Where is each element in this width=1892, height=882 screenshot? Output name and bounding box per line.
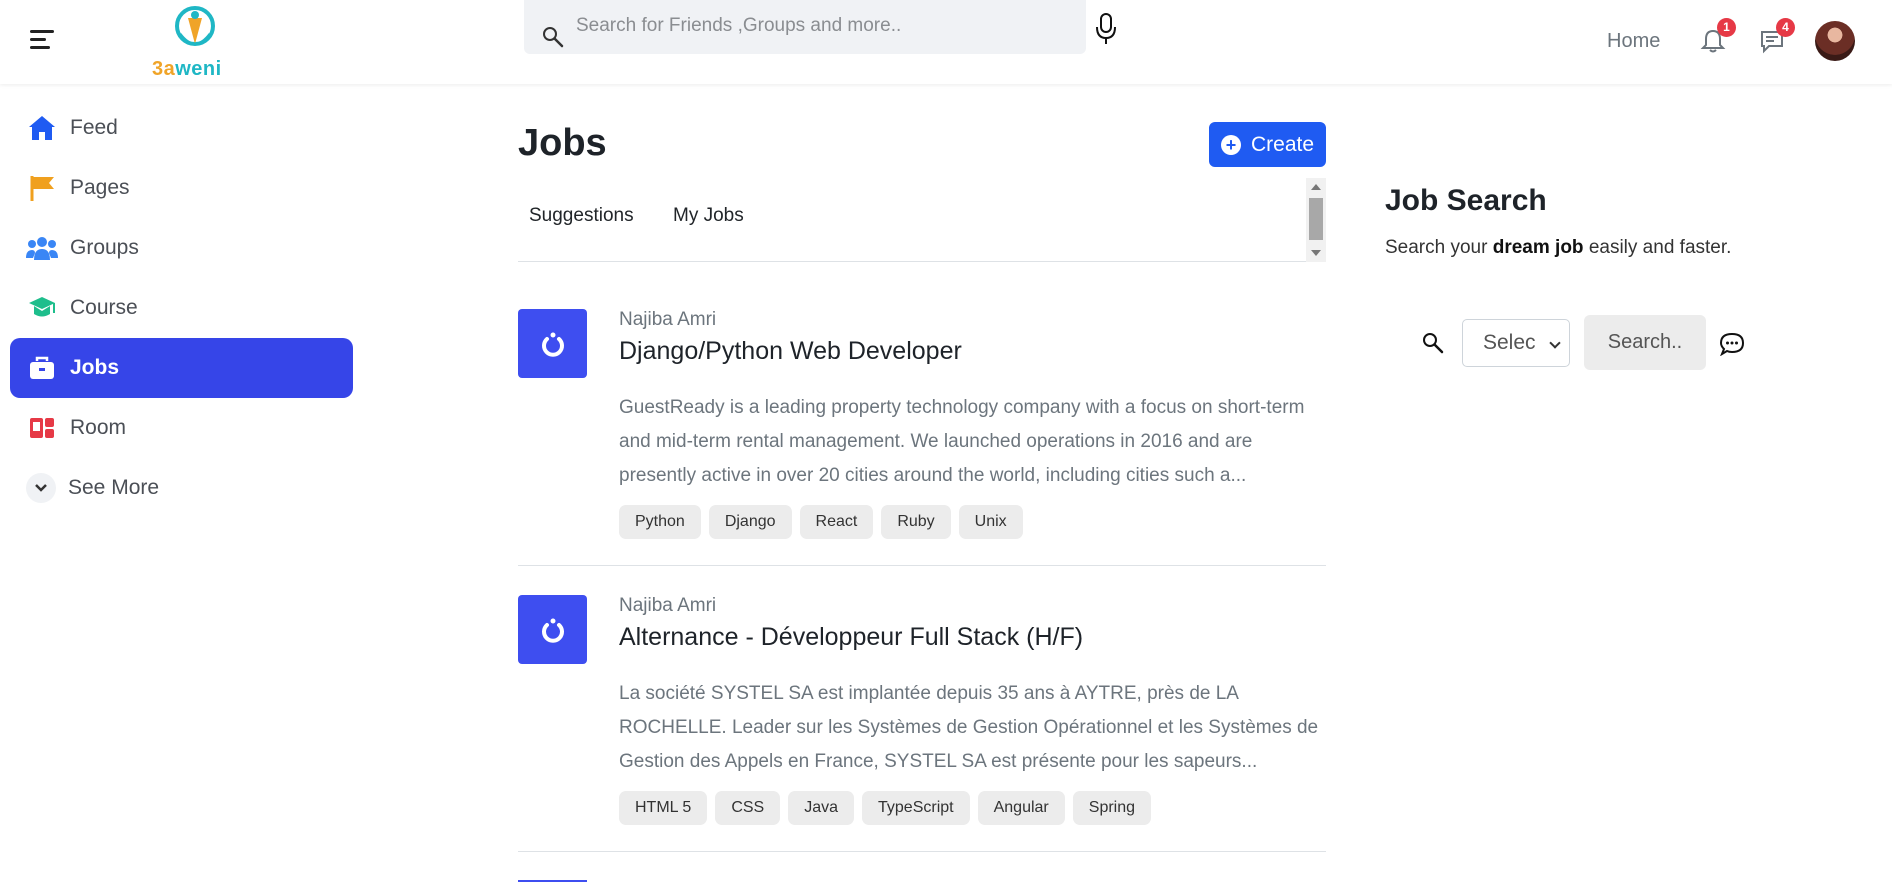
room-icon bbox=[30, 418, 54, 438]
search-icon bbox=[543, 27, 564, 48]
job-title[interactable]: Django/Python Web Developer bbox=[619, 337, 962, 366]
sidebar-item-label: Course bbox=[70, 296, 138, 319]
plus-icon: + bbox=[1220, 134, 1241, 155]
sidebar-item-room[interactable]: Room bbox=[0, 398, 362, 458]
job-title[interactable]: Alternance - Développeur Full Stack (H/F… bbox=[619, 623, 1083, 652]
job-category-select[interactable]: Selec bbox=[1462, 319, 1570, 367]
job-tag[interactable]: HTML 5 bbox=[619, 791, 708, 825]
sidebar-item-label: Pages bbox=[70, 176, 130, 199]
sidebar-item-jobs[interactable]: Jobs bbox=[10, 338, 353, 398]
graduation-cap-icon bbox=[29, 297, 55, 317]
top-header: 3aweni Home 1 4 bbox=[0, 0, 1892, 84]
home-icon bbox=[29, 116, 55, 140]
sidebar-item-course[interactable]: Course bbox=[0, 278, 362, 338]
notifications-badge: 1 bbox=[1717, 18, 1736, 37]
chevron-down-icon bbox=[1549, 337, 1561, 349]
briefcase-icon bbox=[30, 356, 54, 379]
sidebar-see-more[interactable]: See More bbox=[0, 458, 362, 518]
sidebar-item-pages[interactable]: Pages bbox=[0, 158, 362, 218]
sidebar: Feed Pages Groups Course Jobs Room See M… bbox=[0, 98, 362, 518]
job-tag[interactable]: CSS bbox=[715, 791, 781, 825]
chat-icon[interactable] bbox=[1719, 332, 1745, 356]
flag-icon bbox=[30, 176, 54, 201]
chevron-down-icon bbox=[26, 473, 56, 503]
job-card: Najiba Amri Django/Python Web Developer … bbox=[518, 309, 1326, 566]
tab-suggestions[interactable]: Suggestions bbox=[529, 205, 634, 227]
company-logo-icon bbox=[541, 618, 564, 643]
job-tags: HTML 5 CSS Java TypeScript Angular Sprin… bbox=[619, 791, 1152, 825]
job-author[interactable]: Najiba Amri bbox=[619, 595, 716, 617]
job-tag[interactable]: Ruby bbox=[881, 505, 951, 539]
job-description: La société SYSTEL SA est implantée depui… bbox=[619, 683, 1319, 772]
scroll-up-arrow-icon[interactable] bbox=[1311, 184, 1321, 190]
job-tag[interactable]: Unix bbox=[958, 505, 1023, 539]
messages-button[interactable]: 4 bbox=[1759, 18, 1795, 56]
job-tag[interactable]: TypeScript bbox=[862, 791, 970, 825]
sidebar-item-label: Groups bbox=[70, 236, 139, 259]
sidebar-item-label: Jobs bbox=[70, 356, 120, 379]
search-icon[interactable] bbox=[1422, 332, 1444, 354]
job-author[interactable]: Najiba Amri bbox=[619, 309, 716, 331]
create-job-button[interactable]: + Create bbox=[1209, 122, 1326, 167]
scroll-down-arrow-icon[interactable] bbox=[1311, 250, 1321, 256]
job-tag[interactable]: Angular bbox=[977, 791, 1065, 825]
messages-badge: 4 bbox=[1776, 18, 1795, 37]
job-card: Najiba Amri Alternance - Développeur Ful… bbox=[518, 595, 1326, 852]
see-more-label: See More bbox=[68, 476, 160, 499]
jobs-tabs: Suggestions My Jobs bbox=[518, 178, 1326, 262]
job-tag[interactable]: Java bbox=[788, 791, 855, 825]
job-search-title: Job Search bbox=[1385, 184, 1547, 217]
logo-text: 3aweni bbox=[152, 58, 222, 80]
scroll-thumb[interactable] bbox=[1309, 198, 1323, 240]
users-icon bbox=[26, 237, 58, 260]
notifications-button[interactable]: 1 bbox=[1700, 18, 1736, 56]
global-search bbox=[524, 0, 1086, 54]
job-tag[interactable]: Django bbox=[708, 505, 792, 539]
microphone-icon[interactable] bbox=[1094, 12, 1118, 46]
search-input[interactable] bbox=[576, 8, 1066, 44]
sidebar-item-label: Feed bbox=[70, 116, 118, 139]
tabs-scrollbar[interactable] bbox=[1306, 178, 1326, 262]
sidebar-item-label: Room bbox=[70, 416, 127, 439]
job-tags: Python Django React Ruby Unix bbox=[619, 505, 1023, 539]
job-tag[interactable]: Spring bbox=[1072, 791, 1152, 825]
nav-home-link[interactable]: Home bbox=[1607, 30, 1660, 53]
job-search-subtitle: Search your dream job easily and faster. bbox=[1385, 237, 1732, 258]
menu-icon[interactable] bbox=[30, 30, 54, 52]
user-avatar[interactable] bbox=[1815, 21, 1855, 61]
company-logo-icon bbox=[541, 332, 564, 357]
sidebar-item-feed[interactable]: Feed bbox=[0, 98, 362, 158]
create-label: Create bbox=[1250, 132, 1315, 156]
job-description: GuestReady is a leading property technol… bbox=[619, 397, 1305, 486]
tab-my-jobs[interactable]: My Jobs bbox=[673, 205, 744, 227]
job-tag[interactable]: React bbox=[799, 505, 874, 539]
company-logo[interactable] bbox=[518, 595, 587, 664]
page-title: Jobs bbox=[518, 122, 607, 164]
job-search-button[interactable]: Search.. bbox=[1584, 315, 1706, 370]
company-logo[interactable] bbox=[518, 309, 587, 378]
job-tag[interactable]: Python bbox=[619, 505, 701, 539]
sidebar-item-groups[interactable]: Groups bbox=[0, 218, 362, 278]
